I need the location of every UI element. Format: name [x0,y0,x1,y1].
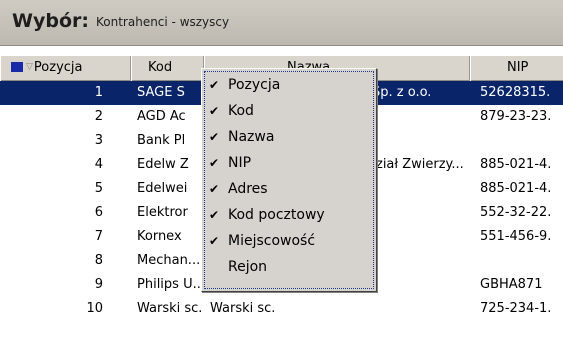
cell-pozycja: 4 [94,157,103,172]
cell-kod: SAGE S [137,85,185,100]
column-header-pozycja[interactable]: ▽Pozycja [0,56,131,81]
checkmark-icon: ✔ [209,234,220,248]
cell-pozycja: 9 [94,277,103,292]
cell-pozycja: 5 [94,181,103,196]
cell-pozycja: 2 [94,109,103,124]
selection-value: Kontrahenci - wszyscy [96,15,230,29]
cell-kod: Edelw Z [137,157,189,172]
column-header-label: NIP [507,60,529,75]
cell-nip: 52628315. [480,85,551,100]
menu-item-label: Kod pocztowy [228,207,325,223]
menu-item-rejon[interactable]: Rejon [206,254,374,280]
cell-nip: 885-021-4. [480,181,552,196]
cell-kod: Warski sc. [137,301,203,316]
cell-nazwa: Warski sc. [210,301,276,316]
cell-nip: 551-456-9. [480,229,552,244]
column-header-label: Pozycja [33,60,83,75]
cell-pozycja: 3 [94,133,103,148]
menu-item-kod-pocztowy[interactable]: ✔ Kod pocztowy [206,202,374,228]
column-header-nip[interactable]: NIP [470,56,563,81]
cell-kod: AGD Ac [137,109,186,124]
column-visibility-menu[interactable]: ✔ Pozycja ✔ Kod ✔ Nazwa ✔ NIP ✔ Adres ✔ … [201,68,377,292]
cell-kod: Kornex [137,229,182,244]
column-header-label: Kod [148,60,173,75]
menu-item-label: NIP [228,155,252,171]
window-title-bar: Wybór: Kontrahenci - wszyscy [0,0,563,46]
menu-item-label: Adres [228,181,268,197]
menu-item-kod[interactable]: ✔ Kod [206,98,374,124]
selection-label: Wybór: [12,10,89,32]
cell-nip: 725-234-1. [480,301,552,316]
cell-pozycja: 7 [94,229,103,244]
checkmark-icon: ✔ [209,182,220,196]
menu-item-label: Pozycja [228,77,281,93]
cell-pozycja: 6 [94,205,103,220]
checkmark-icon: ✔ [209,104,220,118]
cell-kod: Mechan... [137,253,201,268]
menu-item-miejscowosc[interactable]: ✔ Miejscowość [206,228,374,254]
cell-kod: Elektror [137,205,188,220]
cell-pozycja: 8 [94,253,103,268]
row-selector-square-icon[interactable] [11,61,23,72]
menu-item-nazwa[interactable]: ✔ Nazwa [206,124,374,150]
table-row[interactable]: 10 Warski sc. Warski sc. 725-234-1. [0,297,563,319]
cell-kod: Edelwei [137,181,188,196]
cell-kod: Philips U... [137,277,205,292]
cell-nip: 879-23-23. [480,109,552,124]
cell-nip: 552-32-22. [480,205,552,220]
cell-kod: Bank Pl [137,133,186,148]
menu-item-pozycja[interactable]: ✔ Pozycja [206,72,374,98]
cell-pozycja: 1 [94,85,103,100]
cell-pozycja: 10 [86,301,103,316]
cell-nip: GBHA871 [480,277,543,292]
column-header-kod[interactable]: Kod [131,56,204,81]
menu-item-label: Miejscowość [228,233,316,249]
cell-nip: 885-021-4. [480,157,552,172]
menu-item-label: Kod [228,103,254,119]
cell-nazwa: Sp. z o.o. [372,85,432,100]
cell-nazwa: ział Zwierzy... [376,157,464,172]
checkmark-icon: ✔ [209,208,220,222]
menu-item-label: Nazwa [228,129,275,145]
checkmark-icon: ✔ [209,130,220,144]
checkmark-icon: ✔ [209,78,220,92]
menu-item-nip[interactable]: ✔ NIP [206,150,374,176]
menu-item-label: Rejon [228,259,268,275]
menu-item-adres[interactable]: ✔ Adres [206,176,374,202]
sort-descending-triangle-icon: ▽ [26,61,33,72]
checkmark-icon: ✔ [209,156,220,170]
